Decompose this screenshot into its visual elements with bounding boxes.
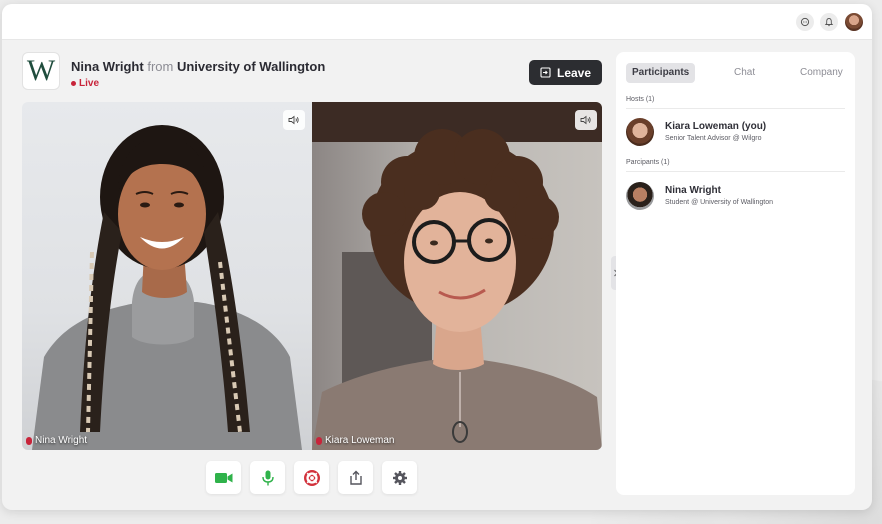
- participant-video: [312, 102, 602, 450]
- university-logo: W: [22, 52, 60, 90]
- video-participant-name: Nina Wright: [35, 435, 88, 446]
- student-name: Nina Wright: [71, 59, 144, 74]
- share-button[interactable]: [338, 461, 373, 494]
- chat-bubble-icon[interactable]: [796, 13, 814, 31]
- video-name-label: Nina Wright: [26, 435, 87, 446]
- panel-tabs: Participants Chat Company: [626, 63, 846, 83]
- video-tile-kiara[interactable]: Kiara Loweman: [312, 102, 602, 450]
- participant-title: Student @ University of Wallington: [665, 199, 774, 206]
- tab-company[interactable]: Company: [800, 63, 843, 83]
- video-tile-nina[interactable]: Nina Wright: [22, 102, 312, 450]
- tab-participants[interactable]: Participants: [626, 63, 696, 83]
- call-controls: [206, 461, 417, 494]
- participants-panel: Participants Chat Company Hosts (1) Kiar…: [616, 52, 855, 495]
- live-indicator: Live: [71, 78, 99, 89]
- avatar: [626, 182, 654, 210]
- host-name: Kiara Loweman (you): [665, 121, 767, 132]
- share-icon: [349, 470, 362, 485]
- leave-label: Leave: [556, 65, 592, 80]
- from-text: from: [147, 59, 174, 74]
- lifebuoy-icon: [303, 469, 320, 486]
- host-title: Senior Talent Advisor @ Wilgro: [665, 135, 762, 142]
- divider: [626, 171, 845, 172]
- gear-icon: [392, 470, 407, 485]
- bell-icon[interactable]: [820, 13, 838, 31]
- help-button[interactable]: [294, 461, 329, 494]
- muted-mic-icon: [26, 436, 32, 445]
- camera-button[interactable]: [206, 461, 241, 494]
- exit-icon: [540, 67, 551, 78]
- live-label: Live: [79, 78, 100, 89]
- leave-button[interactable]: Leave: [529, 60, 602, 85]
- participants-section-label: Parcipants (1): [626, 159, 670, 166]
- camera-icon: [214, 472, 232, 483]
- top-bar: [2, 4, 872, 40]
- avatar: [626, 118, 654, 146]
- settings-button[interactable]: [382, 461, 417, 494]
- live-dot-icon: [71, 81, 76, 86]
- participant-name: Nina Wright: [665, 185, 721, 196]
- microphone-button[interactable]: [250, 461, 285, 494]
- video-name-label: Kiara Loweman: [316, 435, 394, 446]
- session-title: Nina Wright from University of Wallingto…: [71, 59, 325, 74]
- muted-mic-icon: [316, 436, 322, 445]
- app-window: W Nina Wright from University of Walling…: [2, 4, 872, 510]
- speaker-icon[interactable]: [575, 110, 597, 130]
- participant-list-item[interactable]: Nina Wright Student @ University of Wall…: [626, 182, 845, 212]
- avatar[interactable]: [844, 12, 864, 32]
- tab-chat[interactable]: Chat: [734, 63, 755, 83]
- hosts-section-label: Hosts (1): [626, 96, 655, 103]
- university-name: University of Wallington: [176, 59, 326, 74]
- video-participant-name: Kiara Loweman: [325, 435, 395, 446]
- speaker-icon[interactable]: [283, 110, 305, 130]
- divider: [626, 108, 845, 109]
- participant-video: [32, 125, 302, 450]
- microphone-icon: [261, 470, 274, 485]
- host-list-item[interactable]: Kiara Loweman (you) Senior Talent Adviso…: [626, 118, 845, 148]
